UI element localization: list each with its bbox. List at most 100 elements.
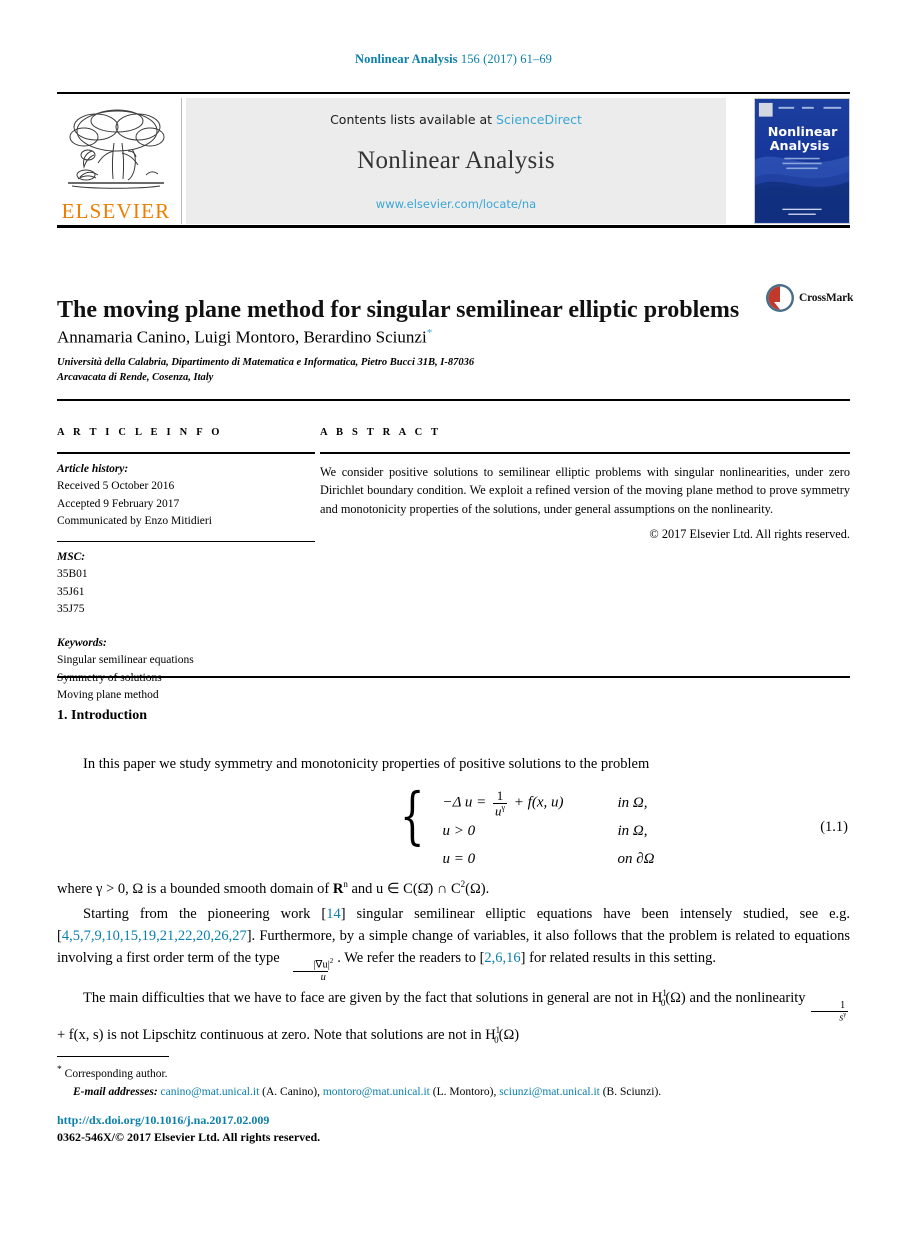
running-head-journal: Nonlinear Analysis xyxy=(354,52,458,66)
journal-masthead: ELSEVIER Contents lists available at Sci… xyxy=(57,92,850,228)
header-separator-rule xyxy=(57,399,850,401)
msc-separator-rule xyxy=(57,540,315,542)
citation-link[interactable]: 4,5,7,9,10,15,19,21,22,20,26,27 xyxy=(62,928,247,944)
email-link[interactable]: sciunzi@mat.unical.it xyxy=(499,1086,600,1098)
journal-cover-thumbnail[interactable]: Nonlinear Analysis xyxy=(754,98,850,224)
equation-brace: { xyxy=(400,778,425,852)
article-history: Article history: Received 5 October 2016… xyxy=(57,461,315,531)
affiliation-line-1: Università della Calabria, Dipartimento … xyxy=(57,357,475,368)
contents-prefix: Contents lists available at xyxy=(330,112,497,127)
keywords-block: Keywords: Singular semilinear equations … xyxy=(57,635,315,705)
keyword-item: Moving plane method xyxy=(57,689,159,702)
abstract-copyright: © 2017 Elsevier Ltd. All rights reserved… xyxy=(649,527,850,542)
accepted-date: Accepted 9 February 2017 xyxy=(57,497,180,510)
article-body: 1. Introduction In this paper we study s… xyxy=(57,708,850,1047)
journal-cover-art: Nonlinear Analysis xyxy=(755,99,849,223)
where-clause-text-2: and u ∈ C(Ω̄) ∩ C xyxy=(347,880,461,897)
masthead-divider xyxy=(181,98,182,224)
running-head-volume: 156 (2017) 61–69 xyxy=(460,52,553,66)
equation-number: (1.1) xyxy=(820,818,848,835)
equation-body: { −Δ u = 1 uγ + f(x, u) in Ω, u > 0 in Ω… xyxy=(400,784,707,874)
equation-row: u = 0 on ∂Ω xyxy=(442,846,707,874)
msc-label: MSC: xyxy=(57,550,86,563)
paragraph-intro: In this paper we study symmetry and mono… xyxy=(83,756,650,772)
equation-1-1: { −Δ u = 1 uγ + f(x, u) in Ω, u > 0 in Ω… xyxy=(57,784,850,876)
denominator-exponent: γ xyxy=(843,1012,846,1019)
equation-row-3-left: u = 0 xyxy=(442,851,476,868)
email-owner: (L. Montoro) xyxy=(432,1085,494,1098)
abstract-heading: A B S T R A C T xyxy=(320,427,442,438)
journal-homepage-link[interactable]: www.elsevier.com/locate/na xyxy=(376,197,536,211)
email-owner: (A. Canino) xyxy=(262,1085,318,1098)
citation-link[interactable]: 14 xyxy=(326,906,341,922)
msc-code: 35J61 xyxy=(57,585,85,598)
msc-code: 35J75 xyxy=(57,603,85,616)
difficulties-text-3: + f(x, s) is not Lipschitz continuous at… xyxy=(57,1026,496,1043)
email-addresses-note: E-mail addresses: canino@mat.unical.it (… xyxy=(73,1085,662,1098)
crossmark-badge[interactable]: CrossMark xyxy=(765,281,853,315)
elsevier-logo: ELSEVIER xyxy=(57,98,175,224)
doi-link[interactable]: http://dx.doi.org/10.1016/j.na.2017.02.0… xyxy=(57,1113,269,1127)
equation-row-2-domain: in Ω, xyxy=(617,823,648,840)
where-clause-text-3: (Ω). xyxy=(465,880,490,897)
paragraph-where-clause: where γ > 0, Ω is a bounded smooth domai… xyxy=(57,878,850,901)
article-info-column: A R T I C L E I N F O Article history: R… xyxy=(57,427,315,705)
paper-page: Nonlinear Analysis 156 (2017) 61–69 ELSE… xyxy=(0,0,907,1238)
elsevier-wordmark: ELSEVIER xyxy=(61,199,171,223)
author-names: Annamaria Canino, Luigi Montoro, Berardi… xyxy=(57,327,427,347)
journal-title: Nonlinear Analysis xyxy=(357,147,555,174)
fraction-denominator: uγ xyxy=(492,803,508,818)
crossmark-icon xyxy=(766,284,794,312)
citation-link[interactable]: 2,6,16 xyxy=(484,950,520,966)
inline-fraction-nonlinearity: 1 sγ xyxy=(811,1000,848,1024)
abstract-rule xyxy=(320,452,850,454)
paragraph-literature: Starting from the pioneering work [14] s… xyxy=(57,904,850,983)
keyword-item: Singular semilinear equations xyxy=(57,654,194,667)
contents-available-line: Contents lists available at ScienceDirec… xyxy=(330,112,582,127)
gradient-norm: |∇u| xyxy=(313,959,330,971)
elsevier-tree-icon xyxy=(68,109,165,189)
equation-rows: −Δ u = 1 uγ + f(x, u) in Ω, u > 0 in Ω, xyxy=(442,789,707,874)
masthead-panel: Contents lists available at ScienceDirec… xyxy=(186,98,726,224)
sciencedirect-link[interactable]: ScienceDirect xyxy=(496,112,582,127)
inline-fraction-gradient: |∇u|2 u xyxy=(285,957,335,983)
abstract-bottom-rule xyxy=(57,676,850,678)
masthead-bottom-rule xyxy=(57,225,850,228)
equation-row-1-domain: in Ω, xyxy=(617,795,648,812)
equation-row-2-left: u > 0 xyxy=(442,823,476,840)
author-list: Annamaria Canino, Luigi Montoro, Berardi… xyxy=(57,327,757,348)
paragraph-difficulties: The main difficulties that we have to fa… xyxy=(57,987,850,1047)
keywords-label: Keywords: xyxy=(57,636,107,649)
article-info-rule xyxy=(57,452,315,454)
msc-block: MSC: 35B01 35J61 35J75 xyxy=(57,549,315,619)
communicated-by: Communicated by Enzo Mitidieri xyxy=(57,515,212,528)
difficulties-text-4: (Ω) xyxy=(498,1026,520,1043)
where-clause-text: where γ > 0, Ω is a bounded smooth domai… xyxy=(57,880,333,897)
gradient-exponent: 2 xyxy=(329,957,334,966)
received-date: Received 5 October 2016 xyxy=(57,480,175,493)
email-link[interactable]: canino@mat.unical.it xyxy=(161,1086,260,1098)
masthead-top-rule xyxy=(57,92,850,94)
inline-fraction-numerator: 1 xyxy=(840,999,846,1011)
literature-text-4: . We refer the readers to [ xyxy=(337,949,485,966)
crossmark-label: CrossMark xyxy=(799,292,854,304)
literature-text-5: ] for related results in this setting. xyxy=(520,949,716,966)
email-link[interactable]: montoro@mat.unical.it xyxy=(323,1086,430,1098)
inline-fraction-denominator: u xyxy=(292,970,328,983)
footnotes: * Corresponding author. E-mail addresses… xyxy=(57,1063,850,1101)
real-numbers-symbol: R xyxy=(332,880,344,897)
issn-copyright: 0362-546X/© 2017 Elsevier Ltd. All right… xyxy=(57,1130,321,1145)
inline-fraction-denominator: sγ xyxy=(811,1011,848,1024)
footnote-rule xyxy=(57,1056,169,1057)
equation-row-1-left: −Δ u = 1 uγ + f(x, u) xyxy=(442,789,617,818)
affiliation: Università della Calabria, Dipartimento … xyxy=(57,356,697,386)
page-title: The moving plane method for singular sem… xyxy=(57,297,740,324)
fraction-numerator: 1 xyxy=(496,788,504,804)
corresponding-author-note: * Corresponding author. xyxy=(57,1063,850,1084)
corresponding-author-marker[interactable]: * xyxy=(427,327,433,339)
affiliation-line-2: Arcavacata di Rende, Cosenza, Italy xyxy=(57,371,214,383)
article-history-label: Article history: xyxy=(57,463,129,475)
page-footer: http://dx.doi.org/10.1016/j.na.2017.02.0… xyxy=(57,1112,850,1146)
equation-row-1-lhs: −Δ u = xyxy=(442,795,487,812)
difficulties-text-1: The main difficulties that we have to fa… xyxy=(83,990,663,1007)
